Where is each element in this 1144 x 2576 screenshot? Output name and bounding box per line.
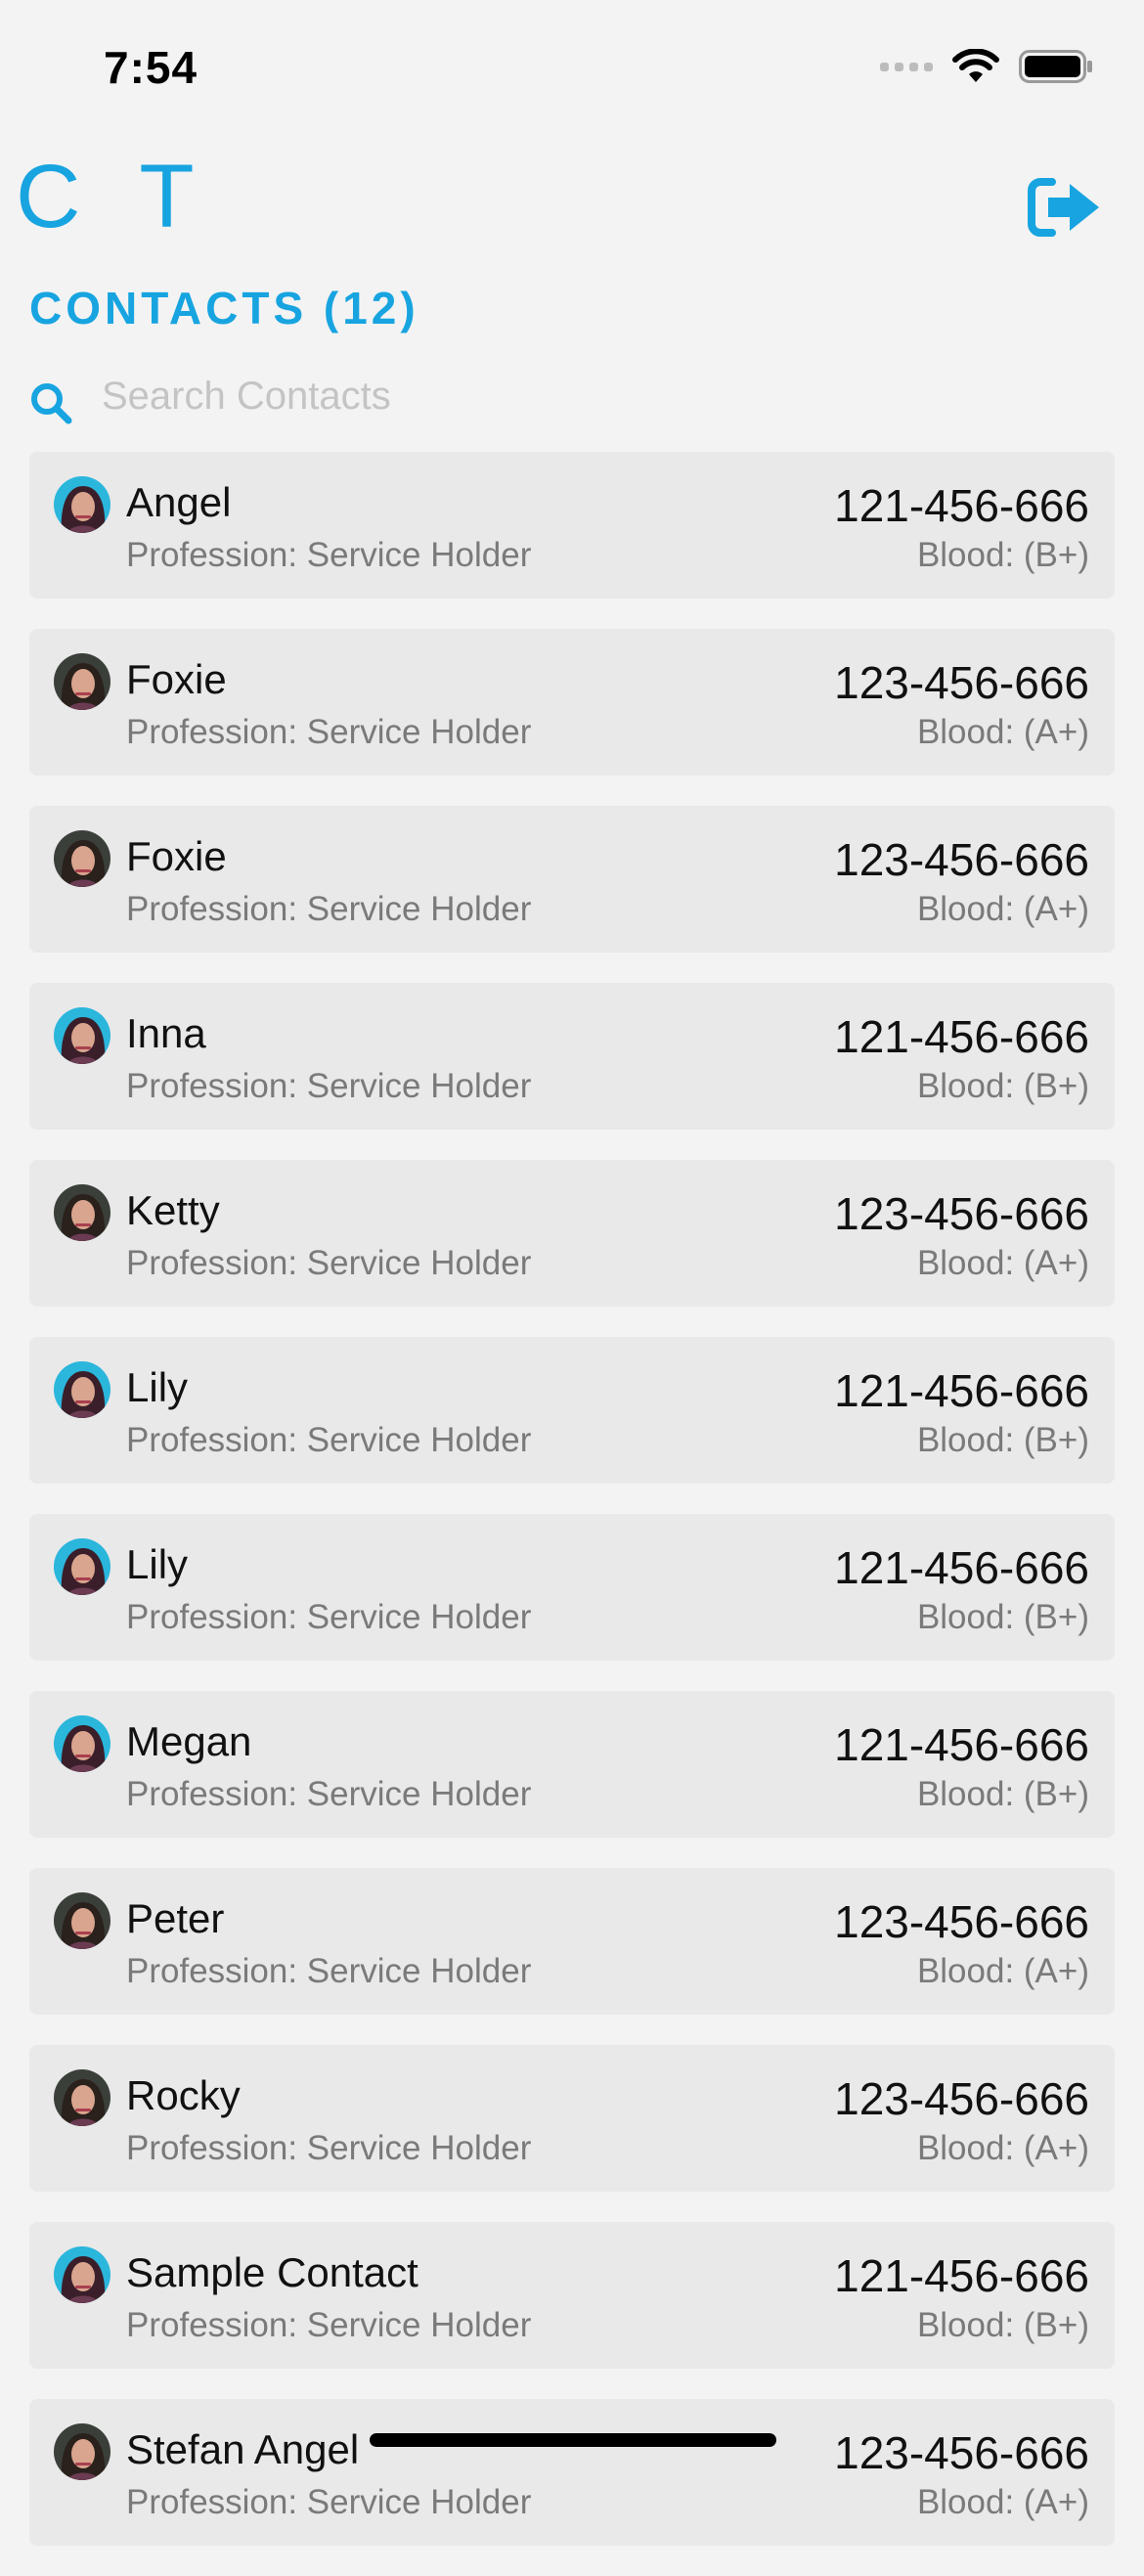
contact-phone: 123-456-666 (834, 657, 1089, 708)
avatar (54, 2423, 110, 2480)
contact-profession: Profession: Service Holder (126, 2306, 532, 2344)
battery-icon (1019, 50, 1092, 83)
contact-blood-group: Blood: (B+) (916, 1775, 1089, 1813)
contact-blood-group: Blood: (A+) (916, 2483, 1089, 2521)
contact-phone: 121-456-666 (834, 2250, 1089, 2301)
contact-profession: Profession: Service Holder (126, 1244, 532, 1282)
contact-card[interactable]: Stefan Angel Profession: Service Holder 12… (29, 2399, 1115, 2546)
contact-blood-group: Blood: (A+) (916, 1244, 1089, 1282)
contact-name: Stefan Angel (126, 2426, 360, 2472)
search-icon (31, 383, 72, 424)
contact-name: Foxie (126, 656, 227, 702)
contact-profession: Profession: Service Holder (126, 2129, 532, 2167)
home-indicator (370, 2433, 776, 2447)
contact-card[interactable]: Peter Profession: Service Holder 123-456-6… (29, 1868, 1115, 2015)
contact-profession: Profession: Service Holder (126, 536, 532, 574)
contact-phone: 123-456-666 (834, 1896, 1089, 1947)
contact-phone: 123-456-666 (834, 2427, 1089, 2478)
contact-blood-group: Blood: (B+) (916, 536, 1089, 574)
contact-name: Megan (126, 1718, 252, 1764)
contacts-heading: CONTACTS (12) (29, 283, 419, 333)
status-icons (880, 49, 1093, 84)
contact-blood-group: Blood: (A+) (916, 713, 1089, 751)
contact-card[interactable]: Lily Profession: Service Holder 121-456-66… (29, 1514, 1115, 1661)
search-input[interactable] (102, 374, 982, 419)
contact-card[interactable]: Ketty Profession: Service Holder 123-456-6… (29, 1160, 1115, 1307)
contact-blood-group: Blood: (B+) (916, 2306, 1089, 2344)
contact-profession: Profession: Service Holder (126, 1067, 532, 1105)
avatar (54, 1361, 110, 1418)
contact-profession: Profession: Service Holder (126, 1598, 532, 1636)
contact-list: Angel Profession: Service Holder 121-456-6… (29, 452, 1115, 2576)
contact-card[interactable]: Foxie Profession: Service Holder 123-456-6… (29, 806, 1115, 953)
contact-phone: 121-456-666 (834, 1011, 1089, 1062)
contact-profession: Profession: Service Holder (126, 1775, 532, 1813)
contact-name: Sample Contact (126, 2249, 418, 2295)
contact-phone: 123-456-666 (834, 1188, 1089, 1239)
contact-name: Peter (126, 1895, 225, 1941)
contact-name: Foxie (126, 833, 227, 879)
avatar (54, 653, 110, 710)
contact-blood-group: Blood: (B+) (916, 1598, 1089, 1636)
contact-profession: Profession: Service Holder (126, 1952, 532, 1990)
contact-profession: Profession: Service Holder (126, 1421, 532, 1459)
wifi-icon (952, 49, 999, 82)
search-bar (27, 364, 1113, 428)
contact-card[interactable]: Inna Profession: Service Holder 121-456-66… (29, 983, 1115, 1130)
avatar (54, 1715, 110, 1772)
contact-phone: 121-456-666 (834, 480, 1089, 531)
contact-phone: 123-456-666 (834, 834, 1089, 885)
status-time: 7:54 (104, 42, 198, 93)
contact-name: Lily (126, 1364, 189, 1410)
contact-card[interactable]: Angel Profession: Service Holder 121-456-6… (29, 452, 1115, 599)
contact-phone: 123-456-666 (834, 2073, 1089, 2124)
avatar (54, 2246, 110, 2303)
contact-profession: Profession: Service Holder (126, 713, 532, 751)
logout-button[interactable] (1027, 176, 1103, 239)
contact-card[interactable]: Rocky Profession: Service Holder 123-456-6… (29, 2045, 1115, 2192)
app-logo: C T (16, 147, 212, 246)
contact-phone: 121-456-666 (834, 1719, 1089, 1770)
contact-profession: Profession: Service Holder (126, 890, 532, 928)
logout-arrow-icon (1028, 178, 1099, 237)
contact-blood-group: Blood: (A+) (916, 1952, 1089, 1990)
contact-name: Inna (126, 1010, 206, 1056)
avatar (54, 830, 110, 887)
avatar (54, 1538, 110, 1595)
avatar (54, 1892, 110, 1949)
contact-profession: Profession: Service Holder (126, 2483, 532, 2521)
contact-card[interactable]: Lily Profession: Service Holder 121-456-66… (29, 1337, 1115, 1484)
contact-name: Rocky (126, 2072, 241, 2118)
contact-name: Angel (126, 479, 232, 525)
contact-blood-group: Blood: (A+) (916, 2129, 1089, 2167)
contact-card[interactable]: Megan Profession: Service Holder 121-456-6… (29, 1691, 1115, 1838)
contact-phone: 121-456-666 (834, 1542, 1089, 1593)
avatar (54, 2069, 110, 2126)
contact-card[interactable]: Sample Contact Profession: Service Holder… (29, 2222, 1115, 2369)
cellular-signal-icon (880, 62, 933, 71)
avatar (54, 1007, 110, 1064)
contact-card[interactable]: Foxie Profession: Service Holder 123-456-6… (29, 629, 1115, 776)
contact-blood-group: Blood: (B+) (916, 1067, 1089, 1105)
avatar (54, 1184, 110, 1241)
avatar (54, 476, 110, 533)
contact-phone: 121-456-666 (834, 1365, 1089, 1416)
contact-name: Lily (126, 1541, 189, 1587)
contact-blood-group: Blood: (A+) (916, 890, 1089, 928)
contact-name: Ketty (126, 1187, 220, 1233)
status-bar: 7:54 (0, 0, 1144, 147)
contact-blood-group: Blood: (B+) (916, 1421, 1089, 1459)
